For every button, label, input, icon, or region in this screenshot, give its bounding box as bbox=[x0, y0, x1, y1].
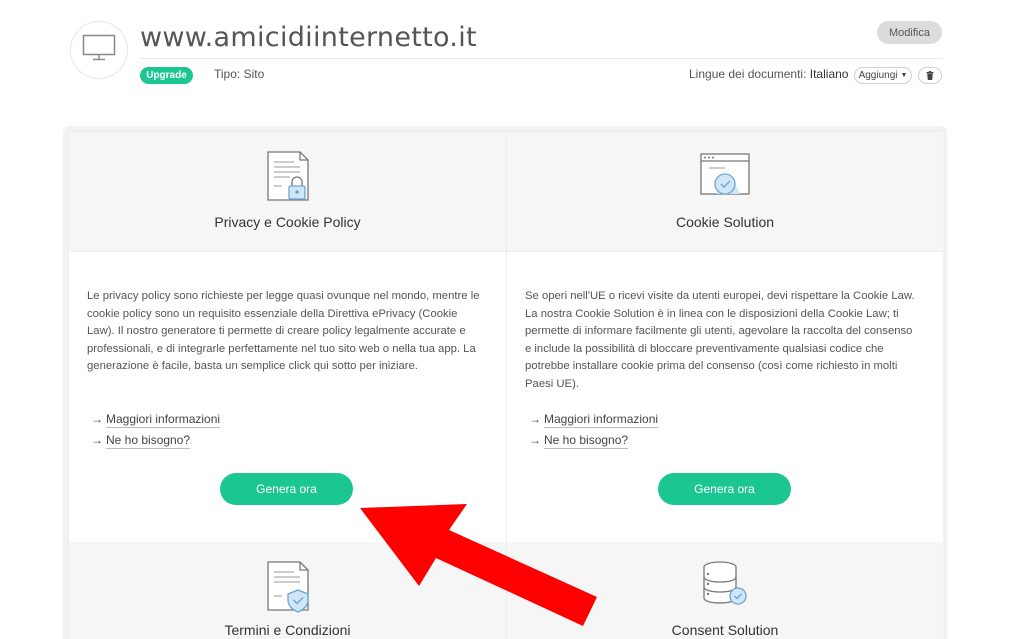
card-body: Le privacy policy sono richieste per leg… bbox=[69, 252, 506, 542]
browser-check-icon bbox=[699, 150, 751, 205]
document-languages: Lingue dei documenti: Italiano bbox=[689, 67, 848, 81]
document-shield-icon bbox=[264, 560, 312, 619]
delete-language-button[interactable] bbox=[918, 67, 942, 84]
link-maggiori-informazioni[interactable]: → Maggiori informazioni bbox=[91, 412, 221, 428]
site-title: www.amicidiinternetto.it bbox=[140, 22, 477, 53]
lingue-label: Lingue dei documenti: bbox=[689, 67, 807, 81]
header-divider bbox=[140, 58, 942, 59]
site-header: www.amicidiinternetto.it Modifica Upgrad… bbox=[0, 0, 1024, 110]
document-lock-icon bbox=[264, 150, 312, 209]
tipo-value: Sito bbox=[243, 67, 265, 81]
card-title: Privacy e Cookie Policy bbox=[214, 214, 361, 230]
arrow-right-icon: → bbox=[529, 433, 541, 447]
red-arrow-icon bbox=[360, 504, 597, 626]
link-ne-ho-bisogno[interactable]: → Ne ho bisogno? bbox=[91, 433, 191, 449]
card-description: Se operi nell'UE o ricevi visite da uten… bbox=[525, 290, 915, 390]
card-title: Cookie Solution bbox=[675, 214, 775, 230]
tipo-label: Tipo: bbox=[214, 67, 241, 81]
card-body: Se operi nell'UE o ricevi visite da uten… bbox=[507, 252, 943, 542]
link-maggiori-informazioni[interactable]: → Maggiori informazioni bbox=[529, 412, 659, 428]
arrow-right-icon: → bbox=[91, 412, 103, 426]
site-type: Tipo: Sito bbox=[214, 67, 264, 81]
card-privacy-cookie-policy: Privacy e Cookie Policy Le privacy polic… bbox=[69, 132, 506, 542]
genera-ora-button[interactable]: Genera ora bbox=[220, 473, 353, 505]
card-header: Privacy e Cookie Policy bbox=[69, 132, 506, 252]
upgrade-badge[interactable]: Upgrade bbox=[140, 67, 193, 84]
aggiungi-button[interactable]: Aggiungi ▼ bbox=[854, 67, 912, 84]
site-avatar bbox=[70, 21, 128, 79]
lingue-value: Italiano bbox=[809, 67, 849, 81]
genera-ora-button[interactable]: Genera ora bbox=[658, 473, 791, 505]
arrow-right-icon: → bbox=[529, 412, 541, 426]
card-header: Cookie Solution bbox=[507, 132, 943, 252]
aggiungi-label: Aggiungi bbox=[858, 70, 898, 81]
monitor-icon bbox=[82, 34, 116, 67]
link-ne-ho-bisogno[interactable]: → Ne ho bisogno? bbox=[529, 433, 629, 449]
trash-icon bbox=[926, 68, 934, 83]
arrow-right-icon: → bbox=[91, 433, 103, 447]
card-cookie-solution: Cookie Solution Se operi nell'UE o ricev… bbox=[506, 132, 943, 542]
modifica-button[interactable]: Modifica bbox=[877, 21, 942, 44]
caret-down-icon: ▼ bbox=[900, 72, 908, 79]
database-check-icon bbox=[700, 560, 750, 615]
card-description: Le privacy policy sono richieste per leg… bbox=[87, 290, 480, 373]
